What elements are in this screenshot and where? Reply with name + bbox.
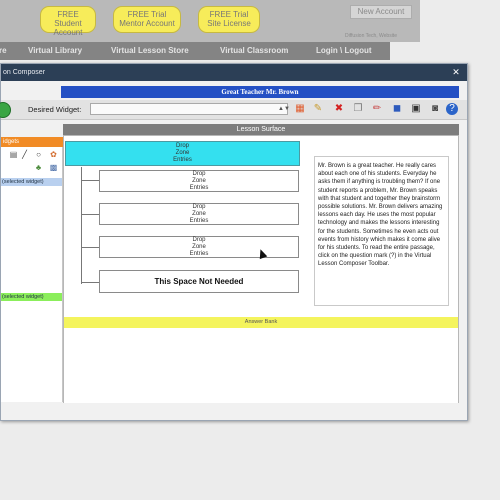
drop-zone-line: Zone bbox=[192, 211, 206, 217]
drop-zone-header[interactable]: Drop Zone Entries bbox=[65, 141, 300, 166]
lesson-surface-header: Lesson Surface bbox=[63, 124, 459, 135]
nav-item-virtual-library[interactable]: Virtual Library bbox=[28, 46, 82, 55]
tree-connector bbox=[81, 180, 99, 181]
answer-bank-area[interactable] bbox=[64, 328, 458, 403]
tree-connector bbox=[81, 167, 82, 284]
free-trial-mentor-account-button[interactable]: FREE Trial Mentor Account bbox=[113, 6, 181, 33]
promo-line2: Student Account bbox=[53, 19, 83, 37]
go-icon[interactable] bbox=[0, 102, 11, 118]
preview-icon[interactable]: ▣ bbox=[410, 103, 422, 115]
select-arrow-icon: ▲▼ bbox=[278, 106, 290, 112]
drop-zone-line: Entries bbox=[189, 218, 209, 224]
window-title-bar[interactable]: on Composer ✕ bbox=[1, 64, 467, 81]
drop-zone-not-needed[interactable]: This Space Not Needed bbox=[99, 270, 299, 293]
drop-zone-line: Zone bbox=[192, 244, 206, 250]
widgets-palette-header: idgets bbox=[1, 137, 63, 147]
line-icon[interactable]: ╱ bbox=[20, 150, 29, 159]
drop-zone[interactable]: Drop Zone Entries bbox=[99, 236, 299, 258]
drop-zone-line: Entries bbox=[173, 157, 192, 163]
free-student-account-button[interactable]: FREE Student Account bbox=[40, 6, 96, 37]
site-header: FREE Student Account FREE Trial Mentor A… bbox=[0, 0, 420, 42]
drop-zone-line: Drop bbox=[192, 204, 206, 210]
help-icon[interactable]: ? bbox=[446, 103, 458, 115]
free-trial-site-license-button[interactable]: FREE Trial Site License bbox=[198, 6, 260, 33]
desired-widget-label: Desired Widget: bbox=[28, 105, 82, 114]
promo-line2: Mentor Account bbox=[119, 19, 175, 28]
drop-zone-line: Entries bbox=[189, 185, 209, 191]
delete-icon[interactable]: ✖ bbox=[333, 103, 345, 115]
nav-item-virtual-classroom[interactable]: Virtual Classroom bbox=[220, 46, 288, 55]
shape-icon[interactable]: ✿ bbox=[49, 150, 58, 159]
selected-widget-slot[interactable]: (selected widget) bbox=[1, 293, 62, 301]
nav-item-virtual-lesson-store[interactable]: Virtual Lesson Store bbox=[111, 46, 189, 55]
promo-line1: FREE Trial bbox=[127, 10, 167, 19]
tree-connector bbox=[81, 214, 99, 215]
drop-zone-line: Drop bbox=[192, 237, 206, 243]
tree-connector bbox=[81, 247, 99, 248]
pencil-icon[interactable]: ✏ bbox=[371, 103, 383, 115]
circle-icon[interactable]: ○ bbox=[34, 150, 43, 159]
drop-zone[interactable]: Drop Zone Entries bbox=[99, 203, 299, 225]
drop-zone-line: Zone bbox=[175, 150, 190, 156]
promo-line1: FREE Trial bbox=[209, 10, 249, 19]
copy-icon[interactable]: ❐ bbox=[352, 103, 364, 115]
drop-zone-line: Drop bbox=[192, 171, 206, 177]
document-icon[interactable]: ▤ bbox=[9, 150, 18, 159]
promo-line2: Site License bbox=[207, 19, 251, 28]
layers-icon[interactable]: ◼ bbox=[391, 103, 403, 115]
camera-icon[interactable]: ◙ bbox=[429, 103, 441, 115]
lesson-composer-window: on Composer ✕ Great Teacher Mr. Brown De… bbox=[0, 63, 468, 421]
nav-item-login-logout[interactable]: Login \ Logout bbox=[316, 46, 372, 55]
tree-connector bbox=[81, 282, 99, 283]
drop-zone-line: Zone bbox=[192, 178, 206, 184]
drop-zone-line: Entries bbox=[189, 251, 209, 257]
window-title: on Composer bbox=[3, 69, 46, 76]
selected-widget-slot[interactable]: (selected widget) bbox=[1, 178, 62, 186]
hammer-icon[interactable]: ✎ bbox=[312, 103, 324, 115]
site-nav: re Virtual Library Virtual Lesson Store … bbox=[0, 42, 390, 60]
palette-icon[interactable]: ▦ bbox=[294, 103, 306, 115]
lesson-surface: Drop Zone Entries Drop Zone Entries Drop… bbox=[63, 135, 459, 403]
answer-bank-header: Answer Bank bbox=[64, 317, 458, 328]
close-icon[interactable]: ✕ bbox=[451, 67, 461, 77]
tree-icon[interactable]: ♣ bbox=[34, 163, 43, 172]
widgets-palette: ▤ ╱ ○ ✿ ♣ ▩ (selected widget) (selected … bbox=[1, 147, 63, 402]
desired-widget-select[interactable]: ▲▼ bbox=[90, 103, 290, 115]
story-text-panel: Mr. Brown is a great teacher. He really … bbox=[314, 156, 449, 306]
teacher-title-bar: Great Teacher Mr. Brown bbox=[61, 86, 459, 98]
composer-toolbar: Desired Widget: ▲▼ ▦ ✎ ✖ ❐ ✏ ◼ ▣ ◙ ? bbox=[0, 100, 467, 120]
drop-zone[interactable]: Drop Zone Entries bbox=[99, 170, 299, 192]
nav-item-home[interactable]: re bbox=[0, 46, 7, 55]
promo-line1: FREE bbox=[57, 10, 79, 19]
footer-link[interactable]: Diffusion Tech, Website bbox=[345, 33, 397, 39]
image-icon[interactable]: ▩ bbox=[49, 163, 58, 172]
drop-zone-line: Drop bbox=[175, 143, 189, 149]
new-account-button[interactable]: New Account bbox=[350, 5, 412, 19]
